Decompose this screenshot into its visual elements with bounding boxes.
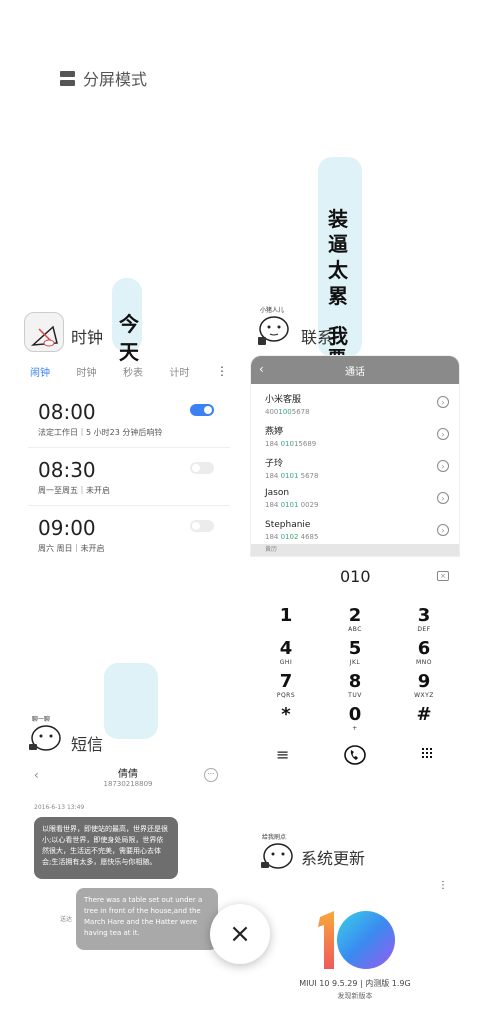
keypad-icon[interactable] (422, 748, 432, 758)
dial-key-hash[interactable]: # (404, 705, 444, 725)
chevron-right-icon[interactable]: › (437, 524, 449, 536)
close-split-button[interactable]: × (210, 904, 270, 964)
alarm-row[interactable]: 08:00 法定工作日｜5 小时23 分钟后响铃 (28, 390, 230, 448)
sticker-caption: 给我刷点 (262, 834, 287, 841)
contact-name: 燕婷 (265, 427, 284, 437)
sms-app-icon[interactable]: 聊一聊 (26, 716, 68, 754)
sms-contact-name: 倩倩 (118, 769, 138, 780)
contact-number: 184 0102 4685 (265, 533, 319, 541)
contact-number: 184 0101 5678 (265, 472, 319, 480)
alarm-desc: 周一至周五｜未开启 (38, 486, 110, 495)
clock-doodle-icon (30, 325, 58, 347)
contacts-footer: 黄历 (251, 544, 459, 556)
contact-row[interactable]: 小米客服 4001005678 › (251, 388, 459, 420)
chevron-right-icon[interactable]: › (437, 428, 449, 440)
dial-key-star[interactable]: * (266, 705, 306, 725)
alarm-toggle[interactable] (190, 520, 214, 532)
chevron-right-icon[interactable]: › (437, 396, 449, 408)
contact-name: 小米客服 (265, 395, 302, 405)
contacts-app-title: 联系 (301, 328, 334, 347)
dial-key-3[interactable]: 3 DEF (404, 606, 444, 634)
tab-stopwatch[interactable]: 秒表 (123, 364, 143, 379)
doodle-char: 太 (328, 258, 348, 282)
clock-app-title: 时钟 (71, 328, 104, 347)
backspace-icon[interactable]: × (437, 571, 449, 581)
alarm-row[interactable]: 09:00 周六 周日｜未开启 (28, 506, 230, 564)
miui-version-text: MIUI 10 9.5.29 | 内测版 1.9G (299, 979, 411, 988)
contact-name: Jason (265, 488, 290, 498)
contact-number: 184 01015689 (265, 440, 317, 448)
alarm-toggle[interactable] (190, 404, 214, 416)
dial-key-9[interactable]: 9 WXYZ (404, 672, 444, 700)
contact-row[interactable]: Jason 184 0101 0029 › (251, 484, 459, 516)
dial-key-6[interactable]: 6 MNO (404, 639, 444, 667)
chevron-right-icon[interactable]: › (437, 492, 449, 504)
clock-tab-bar: 闹钟 时钟 秒表 计时 ⋮ (28, 360, 230, 382)
close-icon: × (229, 919, 251, 949)
clock-app-window[interactable]: 闹钟 时钟 秒表 计时 ⋮ 08:00 法定工作日｜5 小时23 分钟后响铃 0… (28, 360, 230, 560)
dial-key-5[interactable]: 5 JKL (335, 639, 375, 667)
chevron-right-icon[interactable]: › (437, 460, 449, 472)
back-icon[interactable]: ‹ (34, 768, 39, 782)
contact-number: 4001005678 (265, 408, 310, 416)
sticker-caption: 小猪人儿 (260, 307, 285, 314)
dial-key-2[interactable]: 2 ABC (335, 606, 375, 634)
update-app-icon[interactable]: 给我刷点 (258, 832, 300, 872)
dial-key-1[interactable]: 1 (266, 606, 306, 626)
phone-icon[interactable] (343, 744, 367, 766)
back-icon[interactable]: ‹ (259, 362, 264, 376)
doodle-char: 累 (328, 284, 348, 308)
outgoing-message-bubble[interactable]: There was a table set out under a tree i… (76, 888, 218, 950)
dial-key-4[interactable]: 4 GHI (266, 639, 306, 667)
dial-number-display: 010 (340, 567, 371, 586)
tab-timer[interactable]: 计时 (170, 364, 190, 379)
sms-header: ‹ 倩倩 18730218809 ··· (28, 765, 228, 791)
incoming-message-bubble[interactable]: 以眼看世界，即使站的最高，世界还是很小;以心看世界，即使身处局限，世界依然很大，… (34, 817, 178, 879)
contact-row[interactable]: 子玲 184 0101 5678 › (251, 452, 459, 484)
alarm-row[interactable]: 08:30 周一至周五｜未开启 (28, 448, 230, 506)
split-mode-header[interactable]: 分屏模式 (60, 66, 147, 90)
contact-number: 184 0101 0029 (265, 501, 319, 509)
contact-name: Stephanie (265, 520, 311, 530)
contacts-app-icon[interactable]: 小猪人儿 (252, 305, 298, 347)
sms-date: 2016-6-13 13:49 (34, 804, 85, 811)
alarm-desc: 周六 周日｜未开启 (38, 544, 105, 553)
update-app-title: 系统更新 (301, 849, 366, 868)
split-screen-icon (60, 70, 75, 86)
alarm-desc: 法定工作日｜5 小时23 分钟后响铃 (38, 428, 163, 437)
clock-app-icon[interactable] (24, 312, 64, 352)
miui-10-logo (314, 909, 396, 971)
sms-sent-label: 送达 (60, 916, 73, 923)
menu-icon[interactable]: ≡ (276, 745, 289, 764)
contacts-header-title: 通话 (345, 366, 365, 378)
dial-key-7[interactable]: 7 PQRS (266, 672, 306, 700)
sticker-caption: 聊一聊 (32, 716, 51, 723)
contact-name: 子玲 (265, 459, 284, 469)
more-icon[interactable]: ··· (204, 768, 218, 782)
sms-contact-phone: 18730218809 (103, 780, 153, 788)
contacts-header: ‹ 通话 (251, 356, 459, 384)
more-icon[interactable]: ⋮ (216, 364, 228, 378)
more-icon[interactable]: ⋮ (438, 880, 448, 891)
sms-app-title: 短信 (71, 735, 104, 754)
new-version-text[interactable]: 发现新版本 (290, 991, 420, 1001)
contact-row[interactable]: 燕婷 184 01015689 › (251, 420, 459, 452)
doodle-char: 逼 (328, 232, 348, 256)
tab-alarm[interactable]: 闹钟 (30, 364, 50, 379)
alarm-toggle[interactable] (190, 462, 214, 474)
split-mode-label: 分屏模式 (83, 70, 148, 89)
dial-key-8[interactable]: 8 TUV (335, 672, 375, 700)
tab-clock[interactable]: 时钟 (77, 364, 97, 379)
contacts-app-window[interactable]: ‹ 通话 小米客服 4001005678 › 燕婷 184 01015689 ›… (251, 356, 459, 556)
doodle-cloud-bottom (104, 663, 158, 739)
dial-key-0[interactable]: 0 + (335, 705, 375, 733)
doodle-char: 今 (119, 312, 139, 336)
